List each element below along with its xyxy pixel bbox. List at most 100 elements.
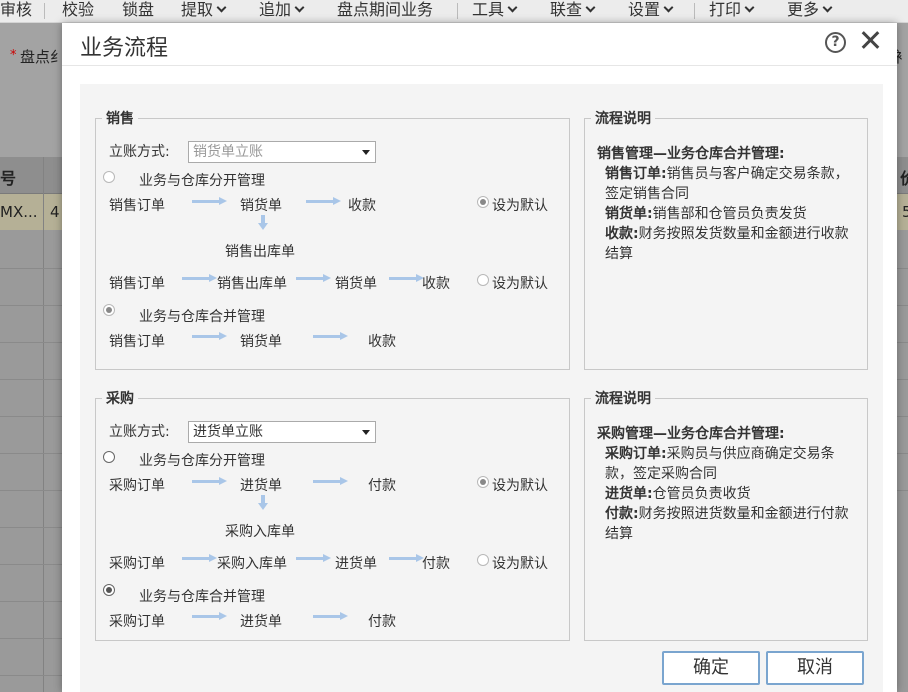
sales-flow3-step: 销货单 bbox=[240, 334, 282, 350]
menu-extract[interactable]: 提取 bbox=[181, 0, 227, 22]
background-table-cell: MX... bbox=[0, 203, 38, 221]
background-row-line bbox=[0, 490, 62, 491]
sales-description-key: 销售订单: bbox=[605, 166, 667, 182]
menu-verify[interactable]: 校验 bbox=[62, 0, 94, 22]
background-column-divider bbox=[43, 157, 44, 692]
background-row-line bbox=[897, 305, 908, 306]
sales-separate-label: 业务与仓库分开管理 bbox=[139, 173, 265, 189]
purchase-flow1-down-step: 采购入库单 bbox=[225, 524, 295, 540]
sales-booking-select[interactable]: 销货单立账 bbox=[188, 141, 376, 163]
purchase-flow3-step: 付款 bbox=[368, 614, 396, 630]
background-row-line bbox=[0, 638, 62, 639]
purchase-flow1-step: 进货单 bbox=[240, 478, 282, 494]
menu-query-label: 联查 bbox=[550, 0, 583, 19]
purchase-description-key: 付款: bbox=[605, 506, 639, 522]
menu-append-label: 追加 bbox=[259, 0, 292, 19]
sales-group-legend: 销售 bbox=[106, 111, 134, 127]
background-row-line bbox=[0, 675, 62, 676]
sales-description: 销售管理—业务仓库合并管理: 销售订单:销售员与客户确定交易条款，签定销售合同 … bbox=[597, 144, 851, 264]
sales-group: 销售 立账方式: 销货单立账 业务与仓库分开管理 销售订单 销货单 收款 设为默… bbox=[95, 108, 570, 370]
menu-audit[interactable]: 审核 bbox=[0, 0, 32, 22]
menu-more-label: 更多 bbox=[787, 0, 820, 19]
purchase-booking-select[interactable]: 进货单立账 bbox=[188, 421, 376, 443]
sales-separate-radio[interactable] bbox=[103, 171, 115, 183]
arrow-right-icon bbox=[306, 197, 342, 205]
background-row-line bbox=[897, 268, 908, 269]
sales-flow1-step: 收款 bbox=[348, 198, 376, 214]
caret-down-icon bbox=[362, 430, 370, 435]
arrow-right-icon bbox=[182, 274, 218, 282]
ok-button[interactable]: 确定 bbox=[662, 651, 760, 685]
cancel-button[interactable]: 取消 bbox=[766, 651, 864, 685]
background-column-header: 号 bbox=[0, 169, 17, 188]
arrow-right-icon bbox=[192, 477, 228, 485]
menu-separator bbox=[694, 3, 695, 19]
background-row-line bbox=[0, 453, 62, 454]
menu-settings-label: 设置 bbox=[628, 0, 661, 19]
required-marker: * bbox=[10, 48, 17, 63]
purchase-separate-radio[interactable] bbox=[103, 451, 115, 463]
dialog-header-divider bbox=[62, 65, 897, 66]
purchase-combined-radio[interactable] bbox=[103, 584, 115, 596]
background-row-line bbox=[0, 268, 62, 269]
chevron-down-icon bbox=[663, 2, 674, 13]
purchase-flow3-step: 采购订单 bbox=[109, 614, 165, 630]
purchase-description-legend: 流程说明 bbox=[595, 391, 651, 407]
purchase-flow2-step: 采购入库单 bbox=[217, 556, 287, 572]
sales-combined-label: 业务与仓库合并管理 bbox=[139, 309, 265, 325]
purchase-flow3-step: 进货单 bbox=[240, 614, 282, 630]
sales-combined-radio[interactable] bbox=[103, 304, 115, 316]
arrow-right-icon bbox=[389, 274, 425, 282]
purchase-description: 采购管理—业务仓库合并管理: 采购订单:采购员与供应商确定交易条款，签定采购合同… bbox=[597, 424, 851, 544]
purchase-group-legend: 采购 bbox=[106, 391, 134, 407]
purchase-combined-label: 业务与仓库合并管理 bbox=[139, 589, 265, 605]
menu-tools[interactable]: 工具 bbox=[472, 0, 518, 22]
menu-append[interactable]: 追加 bbox=[259, 0, 305, 22]
purchase-group: 采购 立账方式: 进货单立账 业务与仓库分开管理 采购订单 进货单 付款 设为默… bbox=[95, 388, 570, 641]
menu-print[interactable]: 打印 bbox=[709, 0, 755, 22]
arrow-right-icon bbox=[296, 274, 332, 282]
purchase-description-heading: 采购管理—业务仓库合并管理: bbox=[597, 426, 785, 442]
background-row-line bbox=[0, 601, 62, 602]
sales-description-heading: 销售管理—业务仓库合并管理: bbox=[597, 146, 785, 162]
chevron-down-icon bbox=[216, 2, 227, 13]
purchase-flow2-default-radio[interactable] bbox=[477, 554, 489, 566]
background-row-line bbox=[897, 453, 908, 454]
arrow-right-icon bbox=[182, 554, 218, 562]
arrow-right-icon bbox=[389, 554, 425, 562]
arrow-down-icon bbox=[258, 495, 268, 511]
background-row-line bbox=[0, 342, 62, 343]
sales-flow1-default-label: 设为默认 bbox=[492, 198, 548, 214]
arrow-right-icon bbox=[313, 477, 349, 485]
menu-lock[interactable]: 锁盘 bbox=[122, 0, 154, 22]
background-row-line bbox=[0, 416, 62, 417]
arrow-right-icon bbox=[192, 197, 228, 205]
help-icon[interactable]: ? bbox=[825, 32, 846, 53]
purchase-separate-label: 业务与仓库分开管理 bbox=[139, 453, 265, 469]
arrow-right-icon bbox=[192, 332, 228, 340]
background-row-line bbox=[0, 305, 62, 306]
background-row-line bbox=[0, 564, 62, 565]
background-row-line bbox=[0, 379, 62, 380]
sales-flow2-step: 收款 bbox=[422, 276, 450, 292]
sales-flow2-default-radio[interactable] bbox=[477, 274, 489, 286]
dialog-title: 业务流程 bbox=[80, 36, 169, 61]
background-table-cell: 5 bbox=[902, 203, 908, 221]
menu-more[interactable]: 更多 bbox=[787, 0, 833, 22]
caret-down-icon bbox=[362, 150, 370, 155]
close-icon[interactable] bbox=[859, 29, 881, 51]
sales-flow1-step: 销售订单 bbox=[109, 198, 165, 214]
arrow-down-icon bbox=[258, 215, 268, 231]
menu-extract-label: 提取 bbox=[181, 0, 214, 19]
background-row-line bbox=[897, 342, 908, 343]
sales-flow1-default-radio[interactable] bbox=[477, 196, 489, 208]
purchase-flow1-step: 采购订单 bbox=[109, 478, 165, 494]
menu-inventory-period[interactable]: 盘点期间业务 bbox=[337, 0, 433, 22]
menu-query[interactable]: 联查 bbox=[550, 0, 596, 22]
purchase-description-group: 流程说明 采购管理—业务仓库合并管理: 采购订单:采购员与供应商确定交易条款，签… bbox=[584, 388, 868, 641]
arrow-right-icon bbox=[313, 332, 349, 340]
chevron-down-icon bbox=[585, 2, 596, 13]
purchase-flow1-default-radio[interactable] bbox=[477, 476, 489, 488]
purchase-flow1-default-label: 设为默认 bbox=[492, 478, 548, 494]
menu-settings[interactable]: 设置 bbox=[628, 0, 674, 22]
